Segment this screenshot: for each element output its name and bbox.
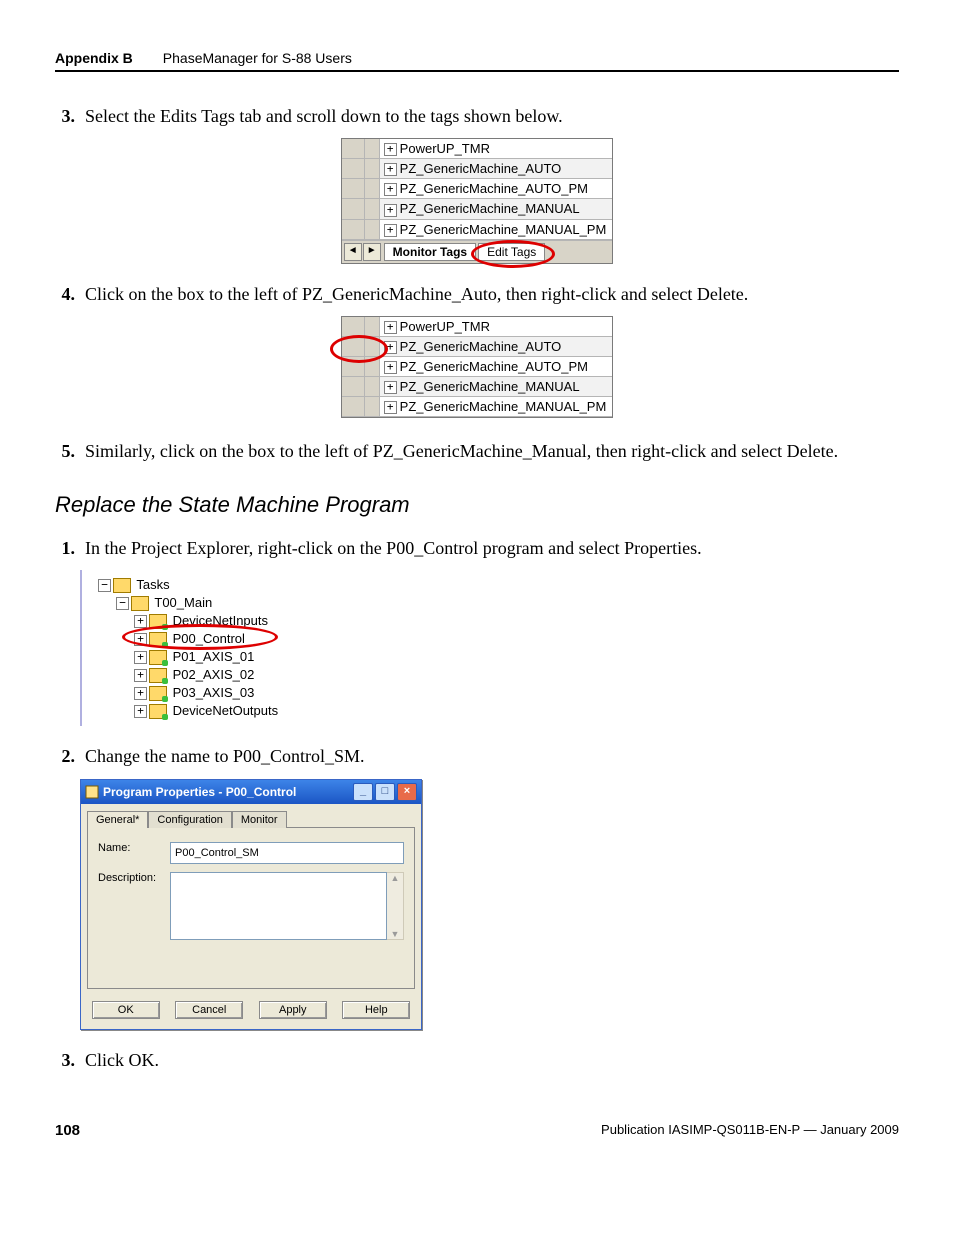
tag-name: PZ_GenericMachine_MANUAL_PM	[400, 222, 607, 237]
expand-icon[interactable]: +	[134, 687, 147, 700]
program-properties-dialog: Program Properties - P00_Control _ □ × G…	[80, 779, 422, 1030]
collapse-icon[interactable]: −	[98, 579, 111, 592]
tag-name: PZ_GenericMachine_AUTO	[400, 339, 562, 354]
apply-button[interactable]: Apply	[259, 1001, 327, 1019]
tree-node[interactable]: P01_AXIS_01	[173, 649, 255, 664]
ok-button[interactable]: OK	[92, 1001, 160, 1019]
header-appendix: Appendix B	[55, 50, 133, 66]
tab-general[interactable]: General*	[87, 811, 148, 828]
program-icon	[149, 614, 167, 629]
expand-icon[interactable]: +	[134, 705, 147, 718]
step-text: Change the name to P00_Control_SM.	[85, 744, 899, 768]
help-button[interactable]: Help	[342, 1001, 410, 1019]
scroll-up-icon[interactable]: ▲	[391, 873, 400, 883]
tag-name: PZ_GenericMachine_AUTO	[400, 161, 562, 176]
program-icon	[149, 686, 167, 701]
project-tree-screenshot: − Tasks − T00_Main + DeviceNetInputs + P…	[80, 570, 286, 727]
expand-icon[interactable]: +	[134, 615, 147, 628]
expand-icon[interactable]: +	[384, 341, 397, 354]
expand-icon[interactable]: +	[384, 183, 397, 196]
maximize-button[interactable]: □	[375, 783, 395, 801]
close-button[interactable]: ×	[397, 783, 417, 801]
expand-icon[interactable]: +	[384, 143, 397, 156]
tag-name: PZ_GenericMachine_AUTO_PM	[400, 181, 588, 196]
tree-node[interactable]: DeviceNetOutputs	[173, 703, 279, 718]
collapse-icon[interactable]: −	[116, 597, 129, 610]
expand-icon[interactable]: +	[384, 401, 397, 414]
tab-configuration[interactable]: Configuration	[148, 811, 231, 828]
step-number: 1.	[55, 536, 75, 560]
tree-node[interactable]: P00_Control	[173, 631, 245, 646]
scroll-down-icon[interactable]: ▼	[391, 929, 400, 939]
program-icon	[149, 668, 167, 683]
tab-monitor-tags[interactable]: Monitor Tags	[384, 243, 476, 261]
tag-name: PZ_GenericMachine_MANUAL	[400, 201, 580, 216]
expand-icon[interactable]: +	[134, 669, 147, 682]
expand-icon[interactable]: +	[384, 321, 397, 334]
step-number: 2.	[55, 744, 75, 768]
section-heading: Replace the State Machine Program	[55, 492, 899, 518]
tree-node[interactable]: P02_AXIS_02	[173, 667, 255, 682]
expand-icon[interactable]: +	[384, 204, 397, 217]
tab-monitor[interactable]: Monitor	[232, 811, 287, 828]
scroll-left-icon[interactable]: ◄	[344, 243, 362, 261]
step-text: Select the Edits Tags tab and scroll dow…	[85, 104, 899, 128]
program-icon	[149, 632, 167, 647]
tag-name: PowerUP_TMR	[400, 319, 490, 334]
step-number: 5.	[55, 439, 75, 463]
tag-grid-screenshot-2: +PowerUP_TMR +PZ_GenericMachine_AUTO +PZ…	[341, 316, 614, 418]
step-text: Similarly, click on the box to the left …	[85, 439, 899, 463]
cancel-button[interactable]: Cancel	[175, 1001, 243, 1019]
step-number: 4.	[55, 282, 75, 306]
scroll-right-icon[interactable]: ►	[363, 243, 381, 261]
tree-node[interactable]: P03_AXIS_03	[173, 685, 255, 700]
publication-id: Publication IASIMP-QS011B-EN-P — January…	[601, 1122, 899, 1139]
description-label: Description:	[98, 872, 170, 884]
app-icon	[85, 785, 99, 799]
step-text: In the Project Explorer, right-click on …	[85, 536, 899, 560]
minimize-button[interactable]: _	[353, 783, 373, 801]
tree-node[interactable]: DeviceNetInputs	[173, 613, 268, 628]
program-icon	[149, 704, 167, 719]
tag-name: PZ_GenericMachine_AUTO_PM	[400, 359, 588, 374]
tag-name: PZ_GenericMachine_MANUAL_PM	[400, 399, 607, 414]
step-number: 3.	[55, 1048, 75, 1072]
expand-icon[interactable]: +	[134, 651, 147, 664]
task-icon	[131, 596, 149, 611]
expand-icon[interactable]: +	[384, 361, 397, 374]
name-field[interactable]	[170, 842, 404, 864]
tree-node[interactable]: Tasks	[136, 577, 169, 592]
expand-icon[interactable]: +	[134, 633, 147, 646]
header-chapter-title: PhaseManager for S-88 Users	[163, 50, 352, 66]
step-number: 3.	[55, 104, 75, 128]
tag-name: PowerUP_TMR	[400, 141, 490, 156]
folder-icon	[113, 578, 131, 593]
scrollbar[interactable]: ▲▼	[387, 872, 404, 940]
step-text: Click OK.	[85, 1048, 899, 1072]
tag-name: PZ_GenericMachine_MANUAL	[400, 379, 580, 394]
tag-grid-screenshot-1: +PowerUP_TMR +PZ_GenericMachine_AUTO +PZ…	[341, 138, 614, 263]
tree-node[interactable]: T00_Main	[154, 595, 212, 610]
expand-icon[interactable]: +	[384, 163, 397, 176]
program-icon	[149, 650, 167, 665]
expand-icon[interactable]: +	[384, 381, 397, 394]
page-number: 108	[55, 1122, 80, 1139]
tab-edit-tags[interactable]: Edit Tags	[478, 243, 545, 261]
step-text: Click on the box to the left of PZ_Gener…	[85, 282, 899, 306]
expand-icon[interactable]: +	[384, 224, 397, 237]
description-field[interactable]	[170, 872, 387, 940]
dialog-title: Program Properties - P00_Control	[103, 785, 296, 799]
name-label: Name:	[98, 842, 170, 854]
header-rule	[55, 70, 899, 72]
